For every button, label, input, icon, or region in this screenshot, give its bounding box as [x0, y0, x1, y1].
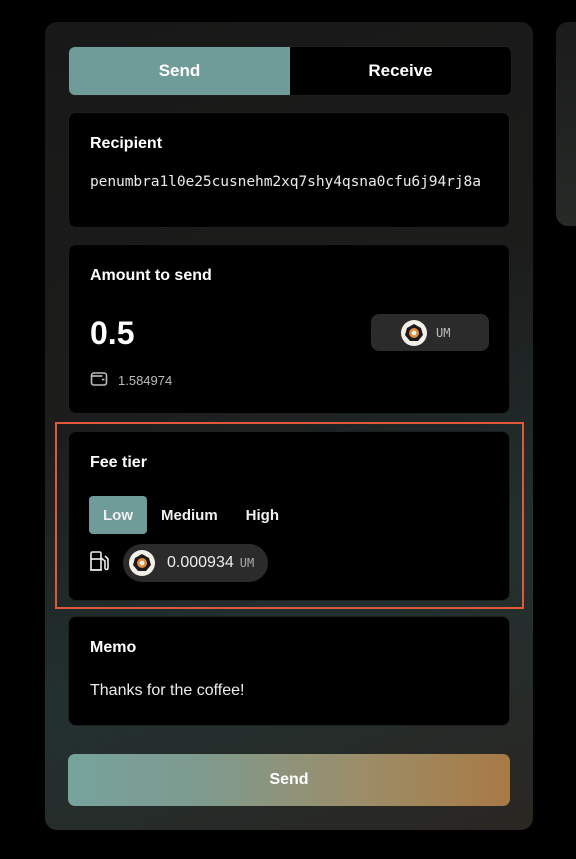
penumbra-token-icon	[129, 550, 155, 576]
send-panel: Send Receive Recipient penumbra1l0e25cus…	[45, 22, 533, 830]
balance-row: 1.584974	[90, 371, 172, 390]
fee-option-high[interactable]: High	[232, 496, 293, 534]
penumbra-token-icon	[401, 319, 427, 346]
recipient-label: Recipient	[90, 135, 163, 152]
fee-tier-card: Fee tier Low Medium High 0.000934 UM	[68, 431, 510, 601]
fee-tier-label: Fee tier	[90, 454, 147, 471]
amount-card: Amount to send 0.5 UM 1.584974	[68, 244, 510, 414]
fee-amount: 0.000934	[167, 554, 234, 571]
fee-detail: 0.000934 UM	[89, 544, 269, 582]
tab-send[interactable]: Send	[69, 47, 290, 95]
balance-value: 1.584974	[118, 373, 173, 388]
adjacent-panel	[556, 22, 576, 226]
asset-symbol: UM	[436, 325, 451, 340]
fee-tier-options: Low Medium High	[89, 496, 293, 534]
gas-pump-icon	[89, 549, 111, 578]
fee-option-medium[interactable]: Medium	[147, 496, 232, 534]
tab-receive[interactable]: Receive	[290, 47, 511, 95]
memo-label: Memo	[90, 639, 137, 656]
send-button[interactable]: Send	[68, 754, 510, 806]
recipient-card: Recipient penumbra1l0e25cusnehm2xq7shy4q…	[68, 112, 510, 228]
wallet-icon	[90, 371, 108, 390]
memo-input[interactable]: Thanks for the coffee!	[90, 682, 244, 700]
asset-selector[interactable]: UM	[371, 314, 489, 351]
memo-card: Memo Thanks for the coffee!	[68, 616, 510, 726]
recipient-input[interactable]: penumbra1l0e25cusnehm2xq7shy4qsna0cfu6j9…	[90, 173, 481, 190]
fee-asset-symbol: UM	[239, 556, 255, 570]
amount-input[interactable]: 0.5	[90, 315, 134, 352]
fee-option-low[interactable]: Low	[89, 496, 147, 534]
amount-label: Amount to send	[90, 267, 212, 284]
send-receive-tabs: Send Receive	[68, 46, 512, 96]
fee-amount-pill: 0.000934 UM	[123, 544, 269, 582]
